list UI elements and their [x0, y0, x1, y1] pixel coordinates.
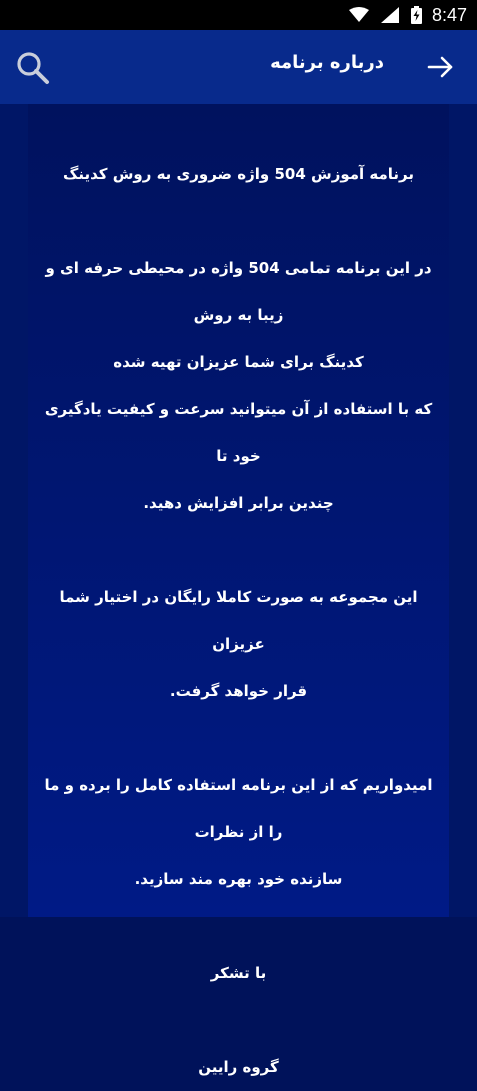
about-free-line: قرار خواهد گرفت.: [169, 682, 308, 700]
page-title: درباره برنامه: [270, 52, 384, 73]
about-intro-line: چندین برابر افزایش دهید.: [143, 494, 334, 512]
about-hope-line: امیدواریم که از این برنامه استفاده کامل …: [44, 776, 433, 841]
about-intro-line: در این برنامه تمامی 504 واژه در محیطی حر…: [45, 259, 432, 324]
status-bar: 8:47: [0, 0, 477, 30]
about-hope-line: سازنده خود بهره مند سازید.: [134, 870, 343, 888]
about-text: برنامه آموزش 504 واژه ضروری به روش کدینگ…: [28, 104, 449, 1091]
background-strip-right: [449, 104, 477, 917]
app-bar: درباره برنامه: [0, 30, 477, 104]
content-panel: برنامه آموزش 504 واژه ضروری به روش کدینگ…: [28, 104, 449, 1076]
about-intro-line: کدینگ برای شما عزیزان تهیه شده: [113, 353, 364, 371]
back-button[interactable]: [424, 50, 458, 84]
about-free-line: این مجموعه به صورت کاملا رایگان در اختیا…: [59, 588, 418, 653]
status-time: 8:47: [431, 4, 467, 25]
search-button[interactable]: [14, 49, 54, 87]
battery-charging-icon: [410, 6, 422, 24]
about-team: گروه رایین: [198, 1058, 279, 1076]
about-thanks: با تشکر: [210, 964, 267, 982]
search-icon: [17, 52, 49, 84]
wifi-icon: [348, 7, 369, 23]
about-intro-line: که با استفاده از آن میتوانید سرعت و کیفی…: [44, 400, 433, 465]
about-heading: برنامه آموزش 504 واژه ضروری به روش کدینگ: [62, 165, 415, 183]
arrow-right-icon: [427, 56, 453, 78]
background-strip-left: [0, 104, 28, 917]
signal-icon: [380, 7, 399, 23]
